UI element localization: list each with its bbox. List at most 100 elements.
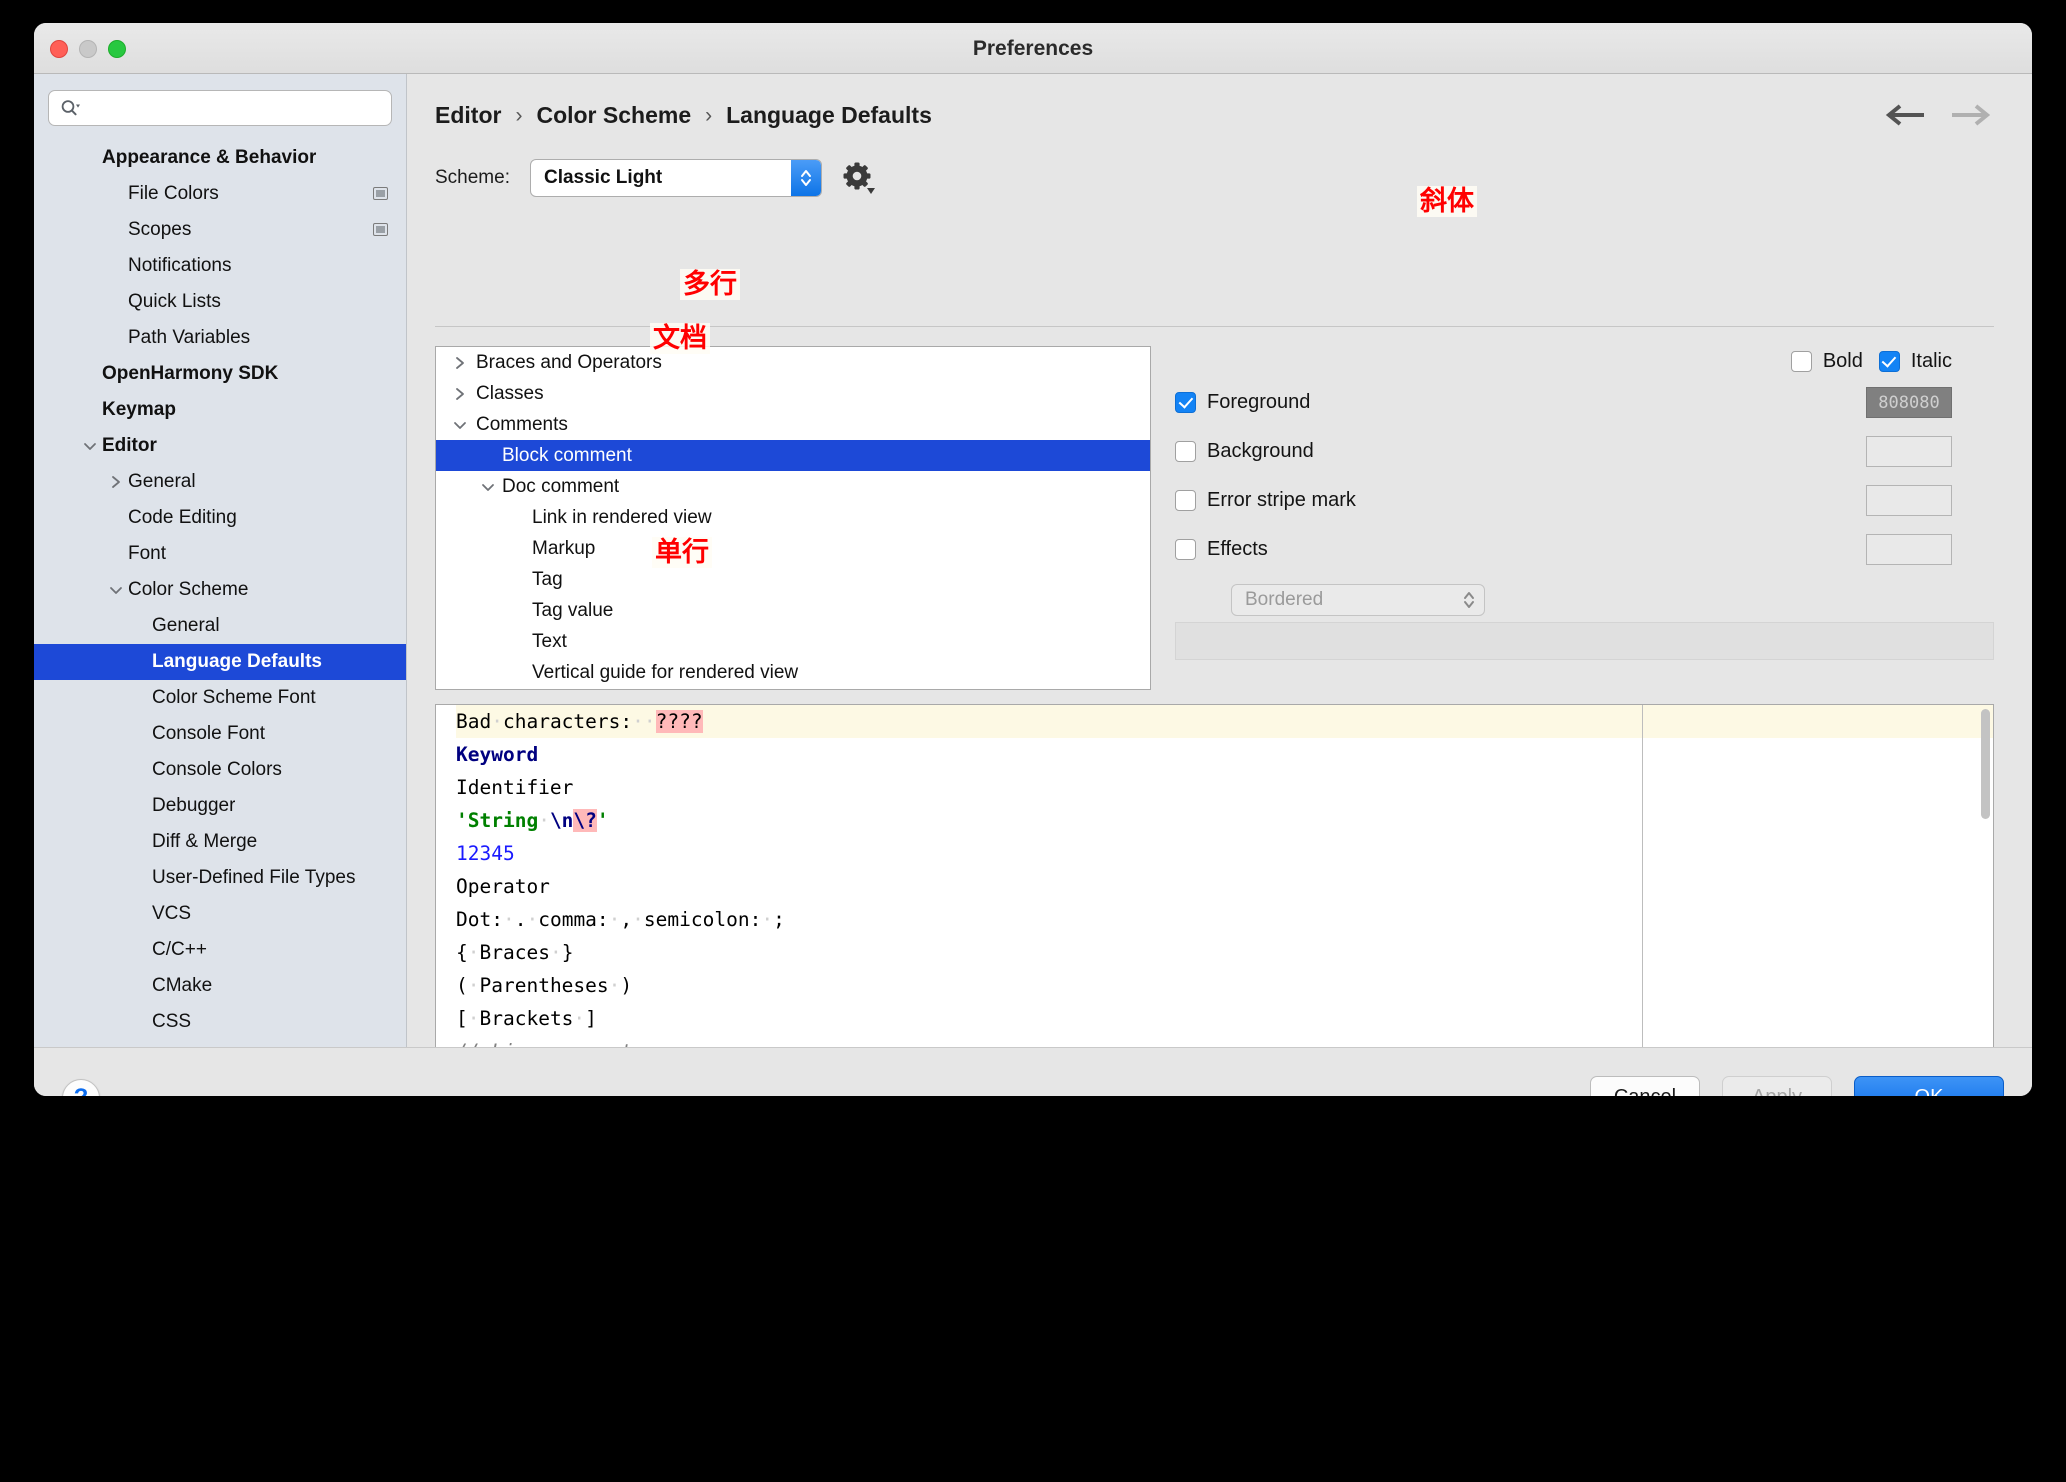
sidebar-item[interactable]: Color Scheme — [34, 572, 406, 608]
breadcrumb-item[interactable]: Editor — [435, 102, 501, 129]
chevron-right-icon[interactable] — [452, 355, 468, 371]
breadcrumb-item[interactable]: Language Defaults — [726, 102, 932, 129]
code-line: Operator — [456, 875, 550, 898]
sidebar-item[interactable]: Quick Lists — [34, 284, 406, 320]
sidebar-item[interactable]: Scopes — [34, 212, 406, 248]
code-line: {·Braces·} — [456, 941, 574, 964]
sidebar-item-label: Keymap — [102, 399, 176, 420]
sidebar-item[interactable]: Diff & Merge — [34, 824, 406, 860]
tree-row[interactable]: Classes — [436, 378, 1150, 409]
back-arrow-icon[interactable] — [1884, 104, 1926, 126]
sidebar-item[interactable]: Appearance & Behavior — [34, 140, 406, 176]
tree-row[interactable]: Block comment — [436, 440, 1150, 471]
tree-row-label: Braces and Operators — [476, 351, 662, 373]
attribute-checkbox[interactable] — [1175, 490, 1196, 511]
italic-checkbox[interactable] — [1878, 350, 1900, 372]
cancel-button[interactable]: Cancel — [1590, 1076, 1700, 1096]
tree-row[interactable]: Link in rendered view — [436, 502, 1150, 533]
code-line: [·Brackets·] — [456, 1007, 597, 1030]
sidebar-item[interactable]: OpenHarmony SDK — [34, 356, 406, 392]
attribute-checkbox-wrap[interactable]: Effects — [1175, 538, 1445, 561]
chevron-down-icon[interactable] — [108, 582, 124, 598]
effect-type-select[interactable]: Bordered — [1231, 584, 1485, 616]
settings-nav-list: Appearance & Behavior File Colors Scopes No… — [34, 134, 406, 1040]
color-swatch[interactable] — [1866, 436, 1952, 467]
scheme-settings-gear-icon[interactable] — [842, 161, 876, 195]
tree-row[interactable]: Comments — [436, 409, 1150, 440]
italic-checkbox-wrap[interactable]: Italic — [1878, 350, 1952, 373]
tree-row[interactable]: Markup — [436, 533, 1150, 564]
sidebar-item[interactable]: User-Defined File Types — [34, 860, 406, 896]
tree-row[interactable]: Braces and Operators — [436, 347, 1150, 378]
attribute-checkbox-wrap[interactable]: Background — [1175, 440, 1445, 463]
preview-scrollbar[interactable] — [1981, 709, 1990, 819]
sidebar-item-label: General — [152, 615, 220, 636]
sidebar-item-label: Color Scheme Font — [152, 687, 316, 708]
attributes-panel: Bold Italic Foreground 808080 Background Er… — [1175, 344, 1994, 616]
chevron-down-icon[interactable] — [452, 417, 468, 433]
color-swatch[interactable]: 808080 — [1866, 387, 1952, 418]
attribute-checkbox[interactable] — [1175, 539, 1196, 560]
sidebar-item[interactable]: CMake — [34, 968, 406, 1004]
chevron-right-icon[interactable] — [108, 474, 124, 490]
dialog-buttons: Cancel Apply OK — [1590, 1076, 2004, 1096]
window-body: Appearance & Behavior File Colors Scopes No… — [34, 74, 2032, 1082]
breadcrumb-separator: › — [705, 103, 713, 127]
tree-row[interactable]: Line comment — [436, 688, 1150, 689]
settings-sidebar: Appearance & Behavior File Colors Scopes No… — [34, 74, 407, 1047]
tree-row-label: Tag — [532, 568, 563, 590]
sidebar-item[interactable]: Console Colors — [34, 752, 406, 788]
bold-checkbox[interactable] — [1790, 350, 1812, 372]
attribute-checkbox-wrap[interactable]: Foreground — [1175, 391, 1445, 414]
search-icon — [60, 99, 80, 117]
apply-button: Apply — [1722, 1076, 1832, 1096]
sidebar-item[interactable]: General — [34, 464, 406, 500]
chevron-down-icon[interactable] — [82, 438, 98, 454]
attribute-checkbox[interactable] — [1175, 441, 1196, 462]
sidebar-item[interactable]: C/C++ — [34, 932, 406, 968]
bold-checkbox-wrap[interactable]: Bold — [1790, 350, 1863, 373]
tree-row[interactable]: Doc comment — [436, 471, 1150, 502]
attribute-row: Background — [1175, 427, 1994, 476]
scheme-select[interactable]: Classic Light — [529, 159, 822, 197]
sidebar-item[interactable]: General — [34, 608, 406, 644]
code-preview-text[interactable]: Bad·characters:··???? Keyword Identifier 'S… — [436, 705, 1642, 1081]
sidebar-item[interactable]: Editor — [34, 428, 406, 464]
sidebar-item[interactable]: Path Variables — [34, 320, 406, 356]
tree-row[interactable]: Text — [436, 626, 1150, 657]
chevron-right-icon[interactable] — [452, 386, 468, 402]
sidebar-item[interactable]: Debugger — [34, 788, 406, 824]
attribute-row: Effects — [1175, 525, 1994, 574]
color-swatch[interactable] — [1866, 534, 1952, 565]
forward-arrow-icon[interactable] — [1950, 104, 1992, 126]
search-input[interactable] — [80, 98, 391, 118]
sidebar-item[interactable]: Code Editing — [34, 500, 406, 536]
tree-row[interactable]: Vertical guide for rendered view — [436, 657, 1150, 688]
help-button[interactable]: ? — [62, 1078, 100, 1096]
color-swatch[interactable] — [1866, 485, 1952, 516]
code-preview[interactable]: Bad·characters:··???? Keyword Identifier 'S… — [435, 704, 1994, 1082]
attribute-checkbox-wrap[interactable]: Error stripe mark — [1175, 489, 1445, 512]
effect-stepper-icon[interactable] — [1462, 585, 1476, 615]
sidebar-item[interactable]: CSS — [34, 1004, 406, 1040]
sidebar-item[interactable]: File Colors — [34, 176, 406, 212]
color-settings-tree[interactable]: Braces and Operators Classes Comments Block… — [435, 346, 1151, 690]
sidebar-item[interactable]: VCS — [34, 896, 406, 932]
chevron-down-icon[interactable] — [480, 479, 496, 495]
breadcrumb-item[interactable]: Color Scheme — [536, 102, 691, 129]
tree-row[interactable]: Tag — [436, 564, 1150, 595]
search-area — [34, 74, 406, 134]
sidebar-item[interactable]: Language Defaults — [34, 644, 406, 680]
sidebar-item[interactable]: Keymap — [34, 392, 406, 428]
scheme-stepper-icon[interactable] — [790, 160, 821, 196]
ok-button[interactable]: OK — [1854, 1076, 2004, 1096]
sidebar-item[interactable]: Font — [34, 536, 406, 572]
sidebar-item-label: Font — [128, 543, 167, 564]
search-box[interactable] — [48, 90, 392, 126]
sidebar-item[interactable]: Notifications — [34, 248, 406, 284]
sidebar-item-label: Quick Lists — [128, 291, 221, 312]
sidebar-item[interactable]: Console Font — [34, 716, 406, 752]
tree-row[interactable]: Tag value — [436, 595, 1150, 626]
sidebar-item[interactable]: Color Scheme Font — [34, 680, 406, 716]
attribute-checkbox[interactable] — [1175, 392, 1196, 413]
